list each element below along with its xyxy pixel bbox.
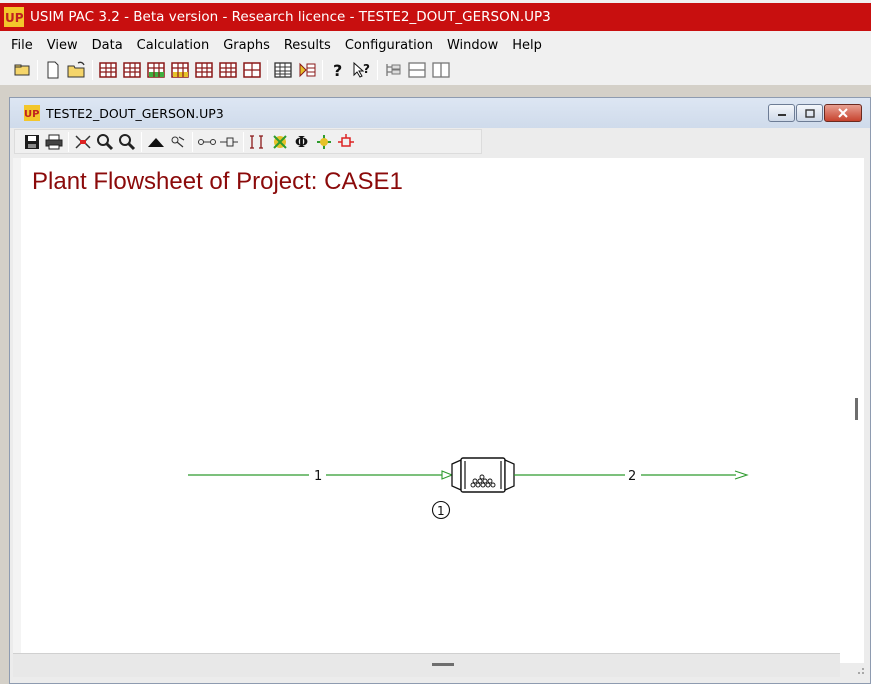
menu-view[interactable]: View [40,38,85,53]
menu-configuration[interactable]: Configuration [338,38,440,53]
table-grid-icon-3[interactable] [194,60,214,80]
open-file-icon[interactable] [67,60,87,80]
toolbar-separator [322,60,323,80]
zoom-fit-icon[interactable] [73,132,93,152]
tree-view-icon[interactable] [383,60,403,80]
toolbar-separator [377,60,378,80]
maximize-icon [804,108,815,118]
menu-bar: File View Data Calculation Graphs Result… [0,34,871,56]
table-grid-green-icon[interactable] [146,60,166,80]
mountain-icon[interactable] [146,132,166,152]
stream-1-arrow [441,470,454,480]
stream-2-arrow [734,470,749,480]
svg-text:?: ? [363,62,370,76]
flowsheet-toolbar: Φ [14,129,482,154]
unit-green-icon[interactable] [270,132,290,152]
spreadsheet-icon[interactable] [273,60,293,80]
data-entry-icon[interactable] [297,60,317,80]
table-grid-icon-2[interactable] [122,60,142,80]
vertical-split-icon[interactable] [431,60,451,80]
table-grid-icon-1[interactable] [98,60,118,80]
horizontal-scrollbar[interactable] [13,653,840,677]
window-controls [767,104,862,122]
stream-arrow-icon[interactable] [219,132,239,152]
horizontal-split-icon[interactable] [407,60,427,80]
zoom-in-icon[interactable] [95,132,115,152]
menu-calculation[interactable]: Calculation [130,38,217,53]
toolbar-separator [243,131,244,152]
table-grid-icon-5[interactable] [242,60,262,80]
close-button[interactable] [824,104,862,122]
stream-line-icon[interactable] [197,132,217,152]
stream-2-label: 2 [628,469,636,484]
flowsheet-diagram: 1 1 2 [188,457,749,520]
usim-pac-logo-icon: UP [4,7,24,27]
save-icon[interactable] [22,132,42,152]
title-bar[interactable]: UP USIM PAC 3.2 - Beta version - Researc… [0,3,871,31]
usim-pac-logo-icon: UP [24,105,40,121]
print-icon[interactable] [44,132,64,152]
window-title: USIM PAC 3.2 - Beta version - Research l… [30,9,551,25]
node-icon[interactable] [168,132,188,152]
menu-help[interactable]: Help [505,38,549,53]
context-help-icon[interactable]: ? [352,60,372,80]
unit-1-mill[interactable] [451,457,515,493]
svg-text:UP: UP [5,11,24,25]
open-project-icon[interactable] [12,60,32,80]
horizontal-scroll-thumb[interactable] [432,663,454,666]
help-icon[interactable]: ? [328,60,348,80]
stream-1[interactable]: 1 [188,469,454,484]
stream-2[interactable]: 2 [514,469,749,484]
menu-graphs[interactable]: Graphs [216,38,277,53]
toolbar-separator [267,60,268,80]
phi-icon[interactable]: Φ [292,132,312,152]
stream-1-label: 1 [314,469,322,484]
application-window: UP USIM PAC 3.2 - Beta version - Researc… [0,0,871,684]
vertical-scroll-thumb[interactable] [855,398,858,420]
minimize-icon [777,114,786,116]
main-toolbar: ? ? [0,57,871,83]
menu-results[interactable]: Results [277,38,338,53]
close-icon [838,108,848,118]
toolbar-separator [192,131,193,152]
svg-text:?: ? [333,61,342,79]
zoom-out-icon[interactable] [117,132,137,152]
toolbar-separator [92,60,93,80]
vertical-scrollbar[interactable] [840,158,864,663]
bracket-icon[interactable] [248,132,268,152]
toolbar-separator [37,60,38,80]
menu-file[interactable]: File [4,38,40,53]
table-grid-icon-4[interactable] [218,60,238,80]
new-document-icon[interactable] [43,60,63,80]
menu-data[interactable]: Data [85,38,130,53]
flowsheet-window-title: TESTE2_DOUT_GERSON.UP3 [46,105,224,121]
svg-text:UP: UP [24,109,39,120]
svg-text:1: 1 [437,504,445,518]
flowsheet-canvas[interactable]: Plant Flowsheet of Project: CASE1 1 1 2 [13,158,864,663]
menu-window[interactable]: Window [440,38,505,53]
toolbar-separator [68,131,69,152]
minimize-button[interactable] [768,104,795,122]
unit-1-number: 1 [431,500,451,520]
maximize-button[interactable] [796,104,823,122]
svg-text:Φ: Φ [295,133,308,151]
table-grid-yellow-icon[interactable] [170,60,190,80]
flowsheet-window-titlebar[interactable]: UP TESTE2_DOUT_GERSON.UP3 [10,98,870,128]
resize-grip-icon[interactable] [850,660,866,676]
unit-yellow-icon[interactable] [314,132,334,152]
unit-link-icon[interactable] [336,132,356,152]
toolbar-separator [141,131,142,152]
canvas-left-gutter [13,158,21,658]
